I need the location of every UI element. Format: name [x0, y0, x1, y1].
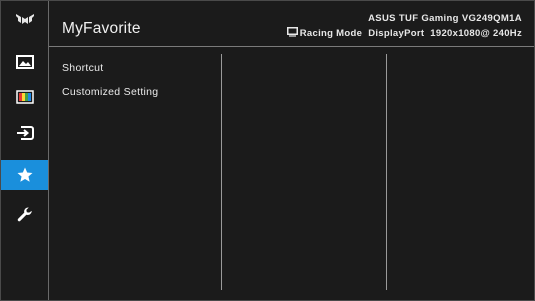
wrench-icon	[16, 206, 34, 224]
sidebar	[1, 1, 49, 300]
tuf-logo-icon	[15, 13, 35, 25]
header-divider	[49, 46, 534, 47]
input-icon	[16, 125, 34, 141]
image-icon	[15, 54, 34, 69]
status-bar: Racing Mode DisplayPort 1920x1080@ 240Hz	[286, 27, 522, 40]
star-icon	[16, 166, 34, 184]
monitor-icon	[286, 27, 298, 40]
osd-panel: MyFavorite ASUS TUF Gaming VG249QM1A Rac…	[0, 0, 535, 301]
sidebar-item-input-select[interactable]	[1, 117, 48, 148]
menu-item-shortcut[interactable]: Shortcut	[62, 61, 158, 85]
column-divider	[221, 54, 222, 290]
mode-label: Racing Mode	[299, 28, 363, 39]
sidebar-item-image[interactable]	[1, 46, 48, 77]
model-name: ASUS TUF Gaming VG249QM1A	[368, 13, 522, 24]
input-label: DisplayPort	[368, 28, 425, 39]
page-title: MyFavorite	[62, 20, 141, 37]
menu-column: Shortcut Customized Setting	[62, 61, 158, 109]
sidebar-item-myfavorite[interactable]	[1, 160, 48, 190]
resolution-label: 1920x1080@ 240Hz	[430, 28, 522, 39]
column-divider	[386, 54, 387, 290]
sidebar-item-color[interactable]	[1, 81, 48, 112]
color-bars-icon	[15, 89, 34, 104]
sidebar-item-system-setup[interactable]	[1, 199, 48, 230]
sidebar-item-gaming[interactable]	[1, 3, 48, 34]
menu-item-customized-setting[interactable]: Customized Setting	[62, 85, 158, 109]
mode-indicator: Racing Mode	[286, 27, 363, 40]
